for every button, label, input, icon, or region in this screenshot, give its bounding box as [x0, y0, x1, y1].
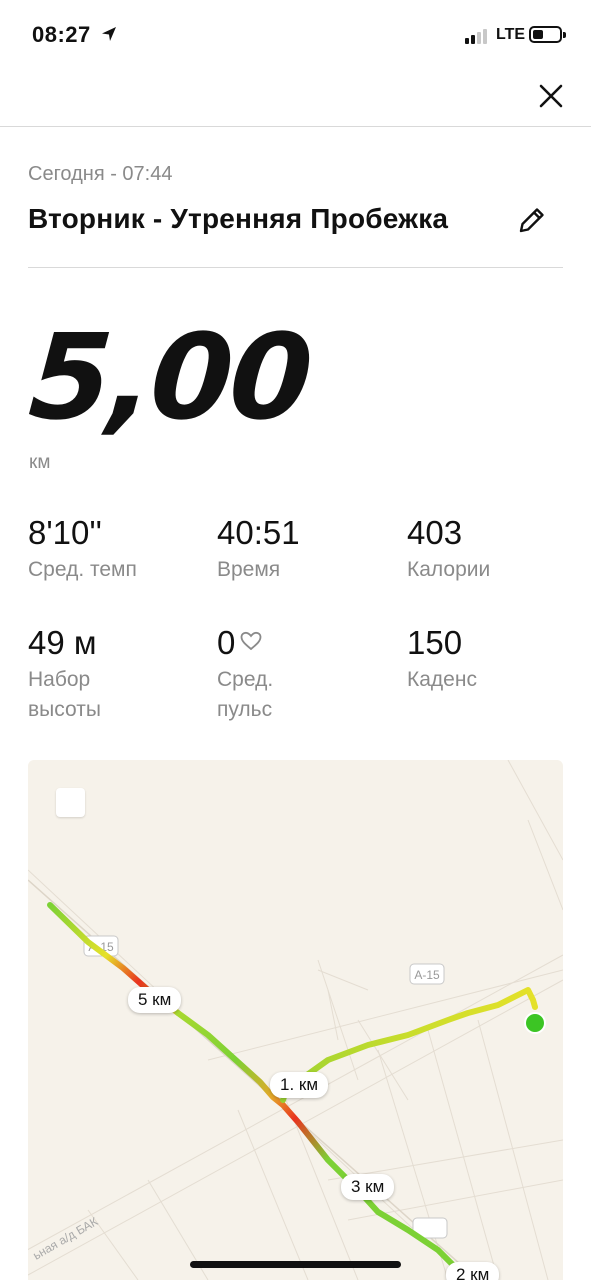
stat-calories: 403 Калории	[407, 514, 491, 585]
map-canvas: А-15 А-15 ьная а/д БАК	[28, 760, 563, 1280]
status-bar: 08:27 LTE	[0, 0, 591, 66]
header-bar	[0, 66, 591, 127]
map-expand-button[interactable]	[56, 788, 85, 817]
stat-pace: 8'10'' Сред. темп	[28, 514, 137, 585]
stat-label: Сред. темп	[28, 558, 137, 582]
status-time: 08:27	[32, 22, 91, 47]
activity-title: Вторник - Утренняя Пробежка	[28, 203, 449, 234]
stat-label: Время	[217, 558, 281, 582]
activity-date: Сегодня - 07:44	[28, 163, 173, 185]
location-arrow-icon	[102, 27, 116, 41]
stat-time: 40:51 Время	[217, 514, 300, 585]
road-shield-label: А-15	[414, 968, 440, 982]
km-marker: 2 км	[446, 1262, 500, 1280]
route-start-marker	[524, 1012, 546, 1034]
distance-value: 5,00	[25, 308, 314, 446]
pencil-icon[interactable]	[515, 203, 549, 237]
battery-icon	[529, 26, 566, 43]
home-indicator	[190, 1261, 401, 1268]
stat-value-row: 0	[217, 624, 273, 661]
close-icon[interactable]	[536, 81, 566, 111]
stat-cadence: 150 Каденс	[407, 624, 477, 695]
stat-value: 403	[407, 514, 463, 551]
stat-label: Набор высоты	[28, 668, 101, 722]
stat-elevation: 49 м Набор высоты	[28, 624, 101, 725]
distance-unit: км	[29, 452, 51, 473]
route-map[interactable]: А-15 А-15 ьная а/д БАК 1. км 3 км 2 км 5…	[28, 760, 563, 1280]
stat-value: 8'10''	[28, 514, 102, 551]
stat-value: 0	[217, 624, 236, 661]
km-marker: 3 км	[341, 1174, 395, 1200]
road-name-label: ьная а/д БАК	[31, 1214, 101, 1262]
signal-strength-icon	[465, 28, 487, 44]
stat-value: 49 м	[28, 624, 97, 661]
heart-icon	[240, 632, 262, 651]
km-marker: 1. км	[270, 1072, 329, 1098]
network-type: LTE	[496, 26, 526, 43]
stat-label: Сред. пульс	[217, 668, 274, 722]
stat-heart-rate: 0 Сред. пульс	[217, 624, 274, 725]
map-roads	[28, 760, 563, 1280]
stat-value: 150	[407, 624, 463, 661]
km-marker: 5 км	[128, 987, 182, 1013]
stat-label: Каденс	[407, 668, 477, 692]
divider	[28, 267, 563, 268]
stat-label: Калории	[407, 558, 491, 582]
stat-value: 40:51	[217, 514, 300, 551]
